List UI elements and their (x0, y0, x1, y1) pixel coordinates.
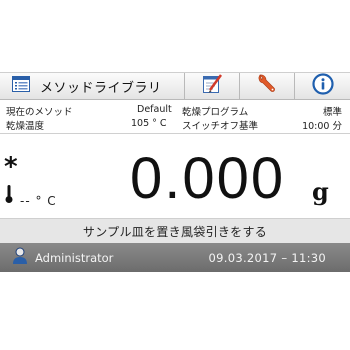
switchoff-label: スイッチオフ基準 (182, 121, 259, 132)
method-library-button[interactable]: メソッドライブラリ (0, 73, 185, 99)
stability-indicator: * (4, 152, 18, 182)
settings-button[interactable] (240, 73, 295, 99)
edit-icon (201, 73, 223, 99)
drying-temp-value: 105 ° C (131, 118, 167, 129)
current-method-label: 現在のメソッド (6, 107, 73, 118)
drying-program-value: 標準 (322, 107, 342, 118)
wrench-icon (256, 73, 278, 99)
drying-program-label: 乾燥プログラム (182, 107, 249, 118)
weight-unit: g (312, 177, 329, 206)
edit-button[interactable] (185, 73, 240, 99)
user-button[interactable]: Administrator (0, 247, 113, 268)
drying-temp-label: 乾燥温度 (6, 121, 45, 132)
date-time: 09.03.2017 – 11:30 (208, 250, 326, 265)
method-library-label: メソッドライブラリ (40, 80, 162, 96)
thermometer-icon (4, 184, 14, 208)
divider (0, 133, 350, 134)
toolbar: メソッドライブラリ (0, 72, 350, 100)
method-info-panel: 現在のメソッド Default 乾燥プログラム 標準 乾燥温度 105 ° C … (0, 101, 350, 133)
current-method-value: Default (137, 104, 172, 115)
user-avatar-icon (12, 247, 28, 268)
info-button[interactable] (295, 73, 350, 99)
status-bar: Administrator 09.03.2017 – 11:30 (0, 243, 350, 272)
switchoff-value: 10:00 分 (302, 121, 342, 132)
user-name: Administrator (35, 250, 114, 265)
instruction-bar: サンプル皿を置き風袋引きをする (0, 218, 350, 243)
weight-display: 0.000 (130, 146, 286, 211)
temperature-value: -- ° C (20, 194, 57, 208)
method-library-icon (12, 76, 30, 96)
info-icon (311, 73, 334, 99)
balance-screen: メソッドライブラリ 現在のメソッド Default 乾燥プログラム 標準 乾燥温… (0, 72, 350, 272)
temperature-readout: -- ° C (4, 184, 57, 208)
